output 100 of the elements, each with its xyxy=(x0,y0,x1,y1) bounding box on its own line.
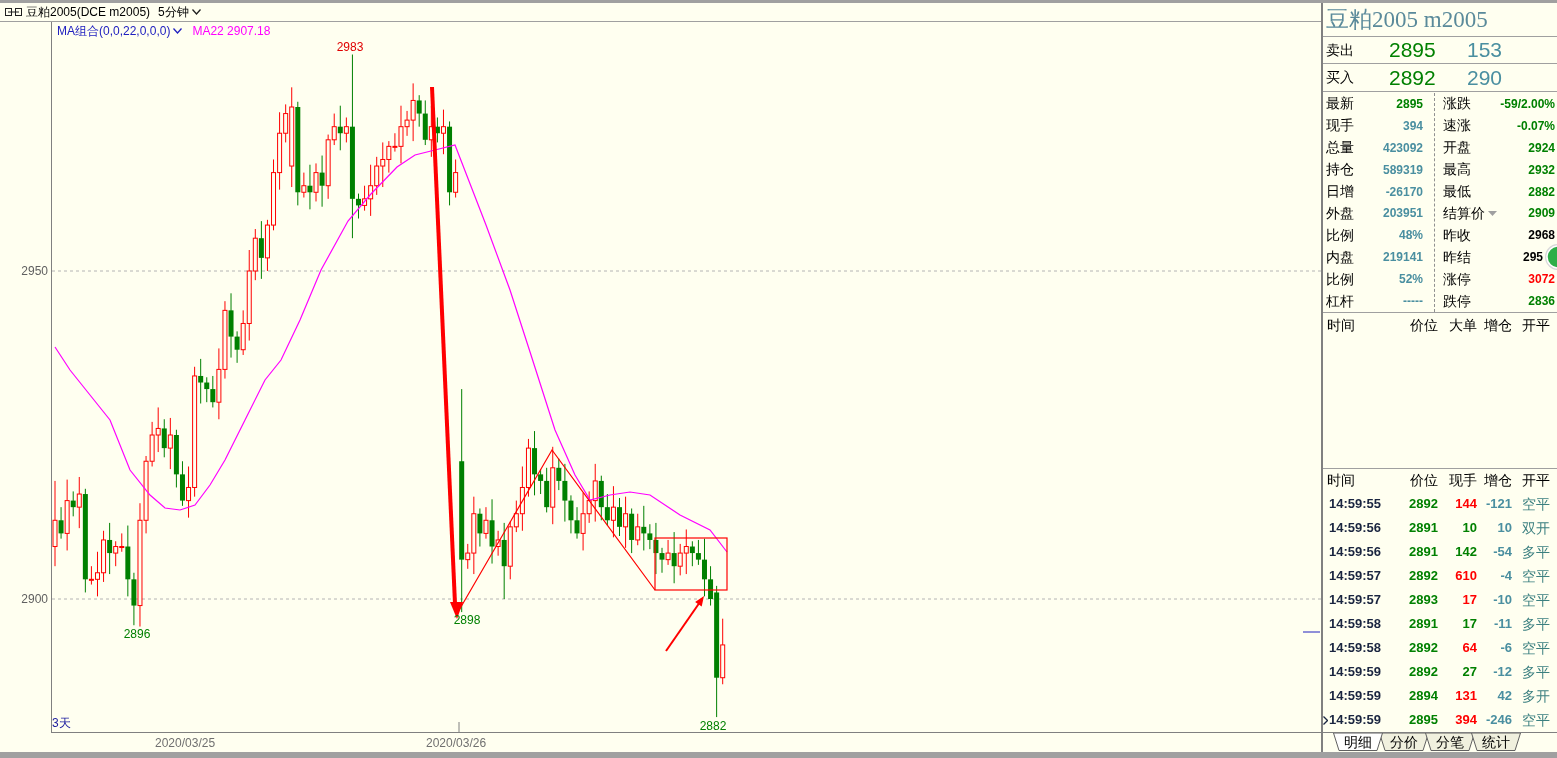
order-book-volume: 290 xyxy=(1467,65,1503,90)
rising-candlestick xyxy=(343,117,349,143)
quote-value: 2882 xyxy=(1528,183,1555,201)
rising-candlestick xyxy=(635,513,641,546)
tick-time: 14:59:56 xyxy=(1329,543,1383,562)
pointer-arrow xyxy=(665,596,704,652)
column-header: 现手 xyxy=(1448,471,1477,490)
tick-open-interest: -11 xyxy=(1492,615,1512,634)
tick-type: 多平 xyxy=(1521,662,1550,682)
tick-type: 空平 xyxy=(1521,590,1550,610)
falling-candlestick xyxy=(258,220,264,280)
falling-candlestick xyxy=(489,498,495,565)
quote-value: 2895 xyxy=(1396,95,1423,113)
tick-price: 2891 xyxy=(1408,543,1438,562)
tick-price: 2892 xyxy=(1408,639,1438,658)
tick-time: 14:59:55 xyxy=(1329,495,1383,514)
price-label: 2898 xyxy=(453,613,481,627)
tick-type: 多平 xyxy=(1521,542,1550,562)
date-label: 2020/03/26 xyxy=(426,736,487,750)
quote-value: ----- xyxy=(1403,293,1423,311)
quote-value: 48% xyxy=(1398,227,1423,245)
floating-ball-icon[interactable] xyxy=(1543,243,1557,272)
panel-tab[interactable]: 明细 xyxy=(1333,733,1383,751)
quote-value: 203951 xyxy=(1382,205,1423,223)
order-book-volume: 153 xyxy=(1467,38,1503,62)
tick-open-interest: -121 xyxy=(1484,495,1512,514)
tick-time: 14:59:59 xyxy=(1329,687,1383,706)
column-header: 时间 xyxy=(1326,315,1356,335)
tick-open-interest: 10 xyxy=(1496,519,1512,538)
quote-value: 423092 xyxy=(1382,139,1423,157)
quote-value: 219141 xyxy=(1382,249,1423,267)
tick-time: 14:59:58 xyxy=(1329,639,1383,658)
falling-candlestick xyxy=(58,506,64,540)
rising-candlestick xyxy=(313,162,319,202)
tick-volume: 394 xyxy=(1454,711,1477,730)
quote-label: 内盘 xyxy=(1326,247,1354,267)
quote-label: 涨跌 xyxy=(1443,94,1471,114)
tick-open-interest: -12 xyxy=(1492,663,1512,682)
falling-candlestick xyxy=(337,105,343,151)
rising-candlestick xyxy=(720,618,726,685)
tick-price: 2892 xyxy=(1408,495,1438,514)
quote-label: 杠杆 xyxy=(1326,291,1354,311)
tick-price: 2892 xyxy=(1408,663,1438,682)
rising-candlestick xyxy=(167,417,173,470)
range-label: 3天 xyxy=(52,716,71,730)
period-dropdown[interactable]: 5分钟 xyxy=(158,3,201,21)
quote-value: 589319 xyxy=(1382,161,1423,179)
falling-candlestick xyxy=(107,522,113,575)
order-book-price: 2892 xyxy=(1389,65,1437,90)
order-book-label: 卖出 xyxy=(1325,40,1355,60)
panel-tab[interactable]: 统计 xyxy=(1471,733,1521,751)
link-icon xyxy=(5,8,22,16)
tick-type: 多开 xyxy=(1521,686,1550,706)
price-label: 2882 xyxy=(699,719,727,733)
tick-time: 14:59:56 xyxy=(1329,519,1383,538)
order-book-price: 2895 xyxy=(1389,38,1437,62)
quote-label: 现手 xyxy=(1326,116,1354,136)
tick-type: 空平 xyxy=(1521,638,1550,658)
quote-label: 跌停 xyxy=(1443,291,1471,311)
rising-candlestick xyxy=(453,159,459,199)
quote-label: 开盘 xyxy=(1443,138,1471,158)
falling-candlestick xyxy=(307,164,313,210)
tick-volume: 10 xyxy=(1461,519,1477,538)
quote-label: 结算价 xyxy=(1443,204,1485,223)
quote-value: 3072 xyxy=(1528,271,1555,289)
indicator-value: MA22 2907.18 xyxy=(192,24,271,38)
quote-label: 最新 xyxy=(1326,94,1354,114)
quote-value: 2836 xyxy=(1528,293,1555,311)
panel-tab[interactable]: 分笔 xyxy=(1425,733,1475,751)
rising-candlestick xyxy=(441,109,446,155)
tick-volume: 131 xyxy=(1454,687,1477,706)
tick-open-interest: -6 xyxy=(1499,639,1512,658)
falling-candlestick xyxy=(617,497,622,537)
order-book-label: 买入 xyxy=(1325,68,1355,87)
column-header: 时间 xyxy=(1326,471,1356,490)
tick-price: 2893 xyxy=(1408,591,1438,610)
panel-tab[interactable]: 分价 xyxy=(1379,733,1429,751)
column-header: 增仓 xyxy=(1483,315,1512,335)
tick-open-interest: -4 xyxy=(1499,567,1512,586)
contract-title: 豆粕2005(DCE m2005) xyxy=(26,4,151,21)
date-label: 2020/03/25 xyxy=(155,736,216,750)
rising-candlestick xyxy=(483,506,489,540)
chevron-down-icon xyxy=(191,9,201,15)
column-header: 开平 xyxy=(1521,471,1550,490)
tick-time: 14:59:57 xyxy=(1329,567,1383,586)
caret-down-icon[interactable] xyxy=(1488,211,1497,216)
axis-label: 2950 xyxy=(21,264,48,278)
indicator-dropdown[interactable]: MA组合(0,0,22,0,0,0) xyxy=(57,24,183,38)
quote-value: 394 xyxy=(1402,117,1423,135)
tick-type: 空平 xyxy=(1521,710,1550,730)
tick-time: 14:59:59 xyxy=(1329,711,1383,730)
price-label: 2896 xyxy=(123,627,151,641)
tick-open-interest: -246 xyxy=(1484,711,1512,730)
instrument-title: 豆粕2005 m2005 xyxy=(1326,5,1488,34)
quote-label: 最低 xyxy=(1443,182,1471,202)
tick-volume: 17 xyxy=(1461,591,1477,610)
quote-value: -26170 xyxy=(1385,183,1423,201)
axis-label: 2900 xyxy=(21,592,48,606)
rising-candlestick xyxy=(495,530,501,557)
tick-volume: 610 xyxy=(1454,567,1477,586)
